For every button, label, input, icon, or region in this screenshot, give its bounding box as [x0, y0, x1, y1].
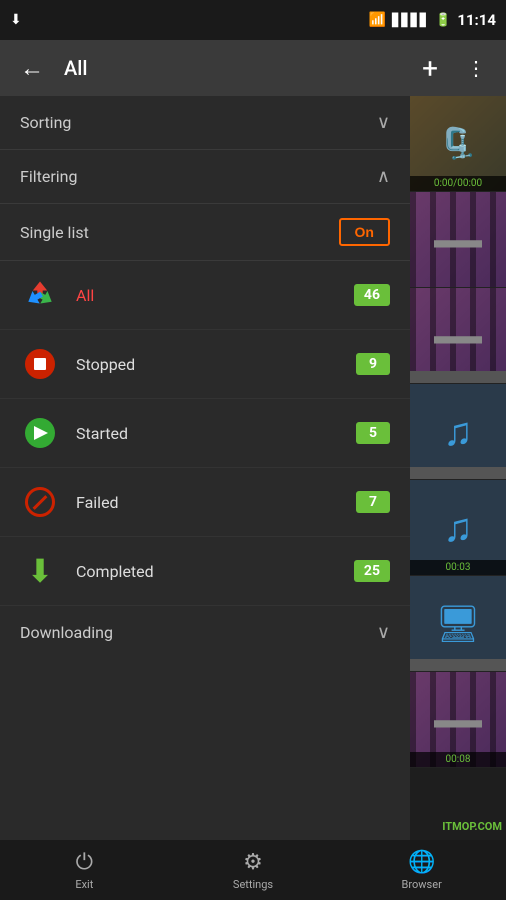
failed-icon — [20, 482, 60, 522]
thumb-computer-img: 🖥 — [410, 576, 506, 671]
thumb-music-1[interactable]: ♫ — [410, 384, 506, 480]
thumb-archive-overlay: 0:00/00:00 — [410, 176, 506, 191]
filter-started-name: Started — [76, 424, 356, 443]
thumb-music-1-img: ♫ — [410, 384, 506, 479]
signal-icon: ▋▋▋▋ — [392, 13, 429, 27]
nav-settings[interactable]: ⚙ Settings — [169, 850, 338, 891]
status-bar-right: 📶 ▋▋▋▋ 🔋 11:14 — [369, 11, 496, 29]
filtering-header[interactable]: Filtering ∧ — [0, 150, 410, 204]
filter-all-name: All — [76, 286, 354, 305]
clock: 11:14 — [457, 11, 496, 29]
all-icon — [20, 275, 60, 315]
status-bar-left: ⬇ — [10, 12, 22, 28]
thumb-film-2-img: ▬▬ — [410, 288, 506, 383]
filter-started-count: 5 — [356, 422, 390, 444]
exit-icon: ⏻ — [76, 850, 93, 875]
single-list-row: Single list On — [0, 204, 410, 261]
settings-label: Settings — [233, 878, 273, 891]
music-note-icon: ♫ — [443, 408, 473, 455]
thumb-film-2[interactable]: ▬▬ — [410, 288, 506, 384]
filter-completed-count: 25 — [354, 560, 390, 582]
filter-stopped-name: Stopped — [76, 355, 356, 374]
downloading-label: Downloading — [20, 623, 113, 642]
thumb-film-3-overlay: 00:08 — [410, 752, 506, 767]
thumb-archive[interactable]: 🗜️ 0:00/00:00 — [410, 96, 506, 192]
completed-icon: ⬇ — [20, 551, 60, 591]
filtering-label: Filtering — [20, 167, 77, 186]
filter-item-all[interactable]: All 46 — [0, 261, 410, 330]
thumbnail-panel: 🗜️ 0:00/00:00 ▬▬ ▬▬ ♫ — [410, 96, 506, 840]
battery-icon: 🔋 — [435, 13, 451, 28]
filter-item-stopped[interactable]: Stopped 9 — [0, 330, 410, 399]
filtering-chevron-icon: ∧ — [377, 166, 390, 187]
browser-icon: 🌐 — [408, 850, 435, 875]
stopped-icon — [20, 344, 60, 384]
bottom-nav: ⏻ Exit ⚙ Settings 🌐 Browser — [0, 840, 506, 900]
downloading-chevron-icon: ∨ — [377, 622, 390, 643]
started-icon — [20, 413, 60, 453]
thumb-film-3[interactable]: ▬▬ 00:08 — [410, 672, 506, 768]
filter-failed-name: Failed — [76, 493, 356, 512]
sorting-label: Sorting — [20, 113, 71, 132]
filter-completed-name: Completed — [76, 562, 354, 581]
toolbar-title: All — [64, 56, 402, 80]
filter-stopped-count: 9 — [356, 353, 390, 375]
filter-all-count: 46 — [354, 284, 390, 306]
thumb-film-1-img: ▬▬ — [410, 192, 506, 287]
music-note-2-icon: ♫ — [443, 504, 473, 551]
toolbar: ← All + ⋮ — [0, 40, 506, 96]
nav-exit[interactable]: ⏻ Exit — [0, 850, 169, 891]
download-status-icon: ⬇ — [10, 12, 22, 28]
sorting-header[interactable]: Sorting ∨ — [0, 96, 410, 150]
nav-browser[interactable]: 🌐 Browser — [337, 850, 506, 891]
filter-item-failed[interactable]: Failed 7 — [0, 468, 410, 537]
completed-arrow-icon: ⬇ — [27, 555, 54, 587]
status-bar: ⬇ 📶 ▋▋▋▋ 🔋 11:14 — [0, 0, 506, 40]
thumb-music-2-overlay: 00:03 — [410, 560, 506, 575]
thumb-computer[interactable]: 🖥 — [410, 576, 506, 672]
add-button[interactable]: + — [414, 44, 446, 93]
wifi-icon: 📶 — [369, 12, 386, 28]
downloading-header[interactable]: Downloading ∨ — [0, 606, 410, 659]
more-button[interactable]: ⋮ — [458, 48, 494, 88]
exit-label: Exit — [75, 878, 93, 891]
filter-item-completed[interactable]: ⬇ Completed 25 — [0, 537, 410, 606]
computer-icon: 🖥 — [435, 603, 481, 645]
settings-icon: ⚙ — [243, 850, 263, 875]
content-area: Sorting ∨ Filtering ∧ Single list On All — [0, 96, 506, 840]
single-list-label: Single list — [20, 223, 89, 242]
watermark: ITMOP.COM — [438, 818, 506, 835]
sorting-chevron-icon: ∨ — [377, 112, 390, 133]
thumb-film-1[interactable]: ▬▬ — [410, 192, 506, 288]
filter-item-started[interactable]: Started 5 — [0, 399, 410, 468]
single-list-toggle[interactable]: On — [339, 218, 390, 246]
back-button[interactable]: ← — [12, 46, 52, 91]
browser-label: Browser — [402, 878, 442, 891]
thumb-music-2[interactable]: ♫ 00:03 — [410, 480, 506, 576]
filter-panel: Sorting ∨ Filtering ∧ Single list On All — [0, 96, 410, 840]
filter-failed-count: 7 — [356, 491, 390, 513]
